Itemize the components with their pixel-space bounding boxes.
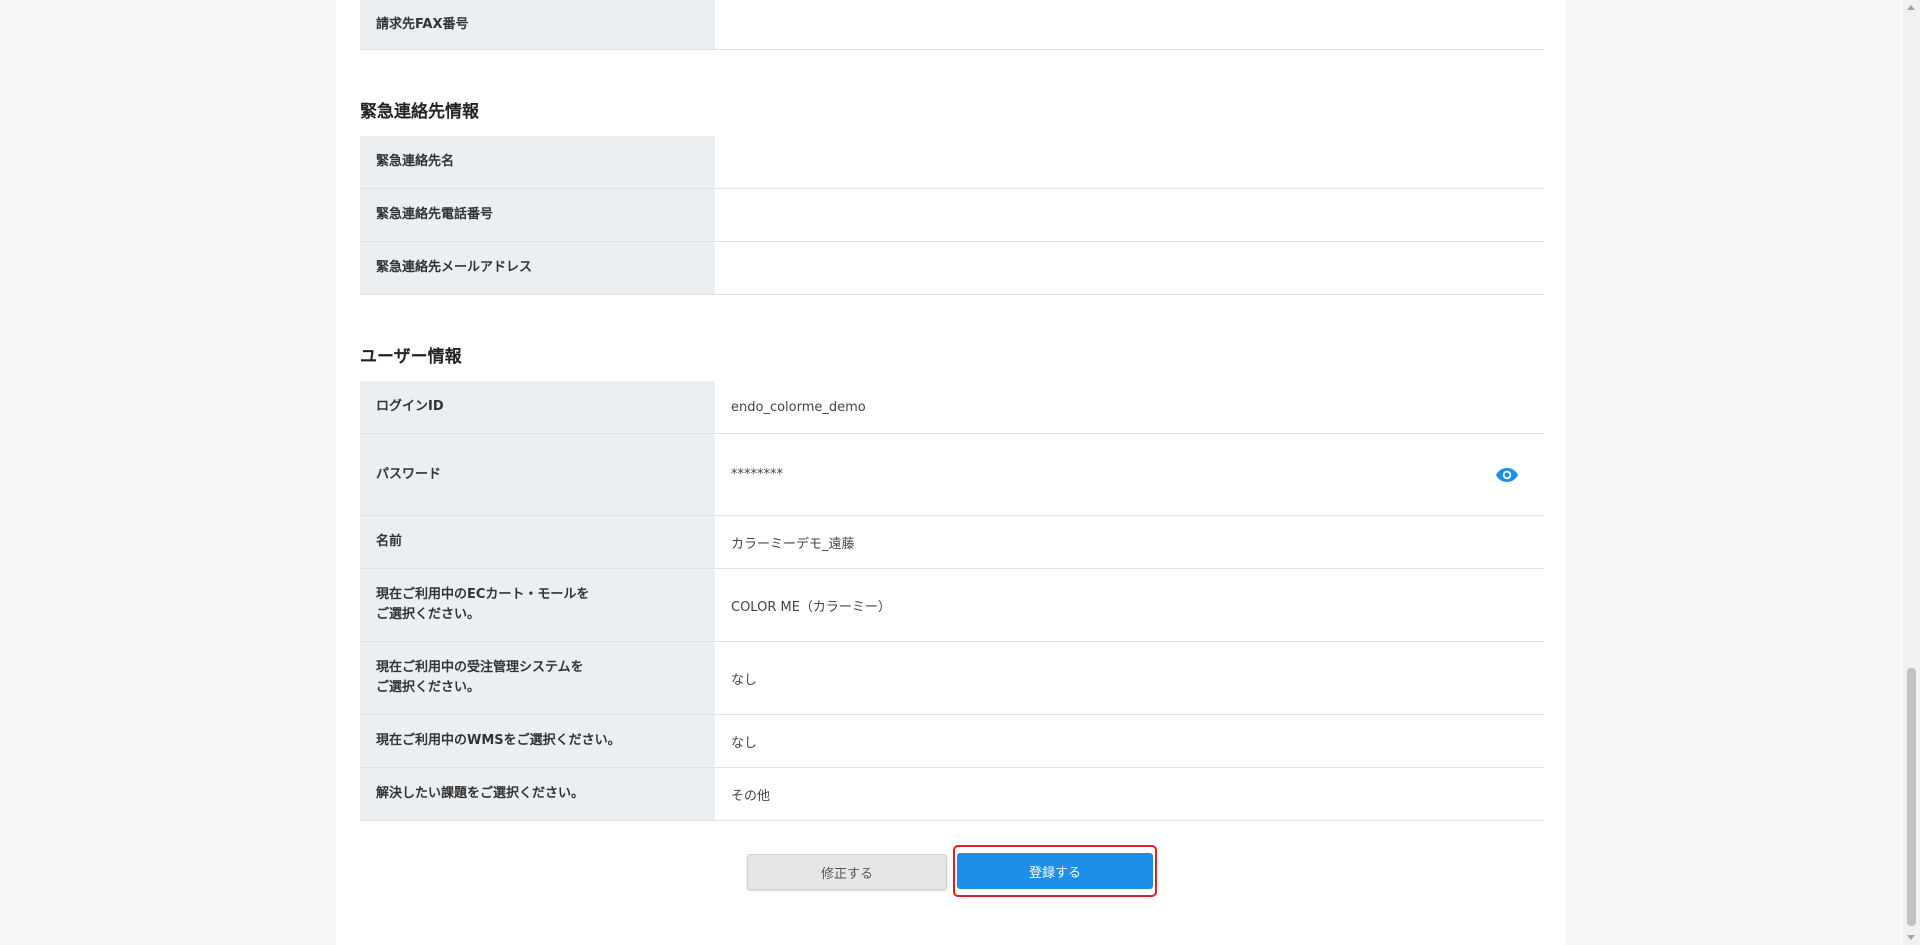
table-row: 緊急連絡先名 bbox=[360, 136, 1544, 189]
issue-label: 解決したい課題をご選択ください。 bbox=[360, 768, 715, 820]
password-value: ******** bbox=[731, 467, 783, 482]
table-row: 現在ご利用中のECカート・モールを ご選択ください。 COLOR ME（カラーミ… bbox=[360, 569, 1544, 642]
oms-label-line1: 現在ご利用中の受注管理システムを bbox=[376, 660, 584, 675]
emergency-phone-label: 緊急連絡先電話番号 bbox=[360, 189, 715, 241]
form-confirm-page: 請求先FAX番号 緊急連絡先情報 緊急連絡先名 緊急連絡先電話番号 緊急連絡先メ… bbox=[336, 0, 1566, 945]
ec-cart-value: COLOR ME（カラーミー） bbox=[731, 599, 891, 615]
table-row: 緊急連絡先メールアドレス bbox=[360, 242, 1544, 295]
name-value: カラーミーデモ_遠藤 bbox=[731, 536, 855, 552]
emergency-email-value bbox=[715, 242, 1544, 294]
oms-label-line2: ご選択ください。 bbox=[376, 680, 481, 695]
emergency-name-label: 緊急連絡先名 bbox=[360, 136, 715, 188]
wms-label: 現在ご利用中のWMSをご選択ください。 bbox=[360, 715, 715, 767]
oms-label: 現在ご利用中の受注管理システムを ご選択ください。 bbox=[360, 642, 715, 714]
table-row: 現在ご利用中の受注管理システムを ご選択ください。 なし bbox=[360, 642, 1544, 715]
name-label: 名前 bbox=[360, 516, 715, 568]
billing-fax-value bbox=[715, 0, 1544, 49]
eye-icon[interactable] bbox=[1496, 467, 1518, 482]
ec-cart-label-line1: 現在ご利用中のECカート・モールを bbox=[376, 587, 590, 602]
emergency-name-value bbox=[715, 136, 1544, 188]
emergency-phone-value bbox=[715, 189, 1544, 241]
password-cell: ******** bbox=[715, 434, 1544, 515]
ec-cart-label: 現在ご利用中のECカート・モールを ご選択ください。 bbox=[360, 569, 715, 641]
scroll-up-arrow-icon[interactable] bbox=[1907, 5, 1915, 10]
table-row: 現在ご利用中のWMSをご選択ください。 なし bbox=[360, 715, 1544, 768]
page-scrollbar[interactable] bbox=[1903, 0, 1920, 945]
ec-cart-label-line2: ご選択ください。 bbox=[376, 607, 481, 622]
emergency-table: 緊急連絡先名 緊急連絡先電話番号 緊急連絡先メールアドレス bbox=[360, 136, 1544, 295]
user-section-title: ユーザー情報 bbox=[360, 347, 462, 367]
emergency-section-title: 緊急連絡先情報 bbox=[360, 102, 479, 122]
billing-table: 請求先FAX番号 bbox=[360, 0, 1544, 50]
oms-value: なし bbox=[731, 672, 758, 688]
table-row: 請求先FAX番号 bbox=[360, 0, 1544, 50]
register-button[interactable]: 登録する bbox=[957, 853, 1153, 889]
issue-value: その他 bbox=[731, 788, 771, 804]
edit-button[interactable]: 修正する bbox=[747, 854, 947, 890]
table-row: 名前 カラーミーデモ_遠藤 bbox=[360, 516, 1544, 569]
billing-fax-label: 請求先FAX番号 bbox=[360, 0, 715, 49]
password-label: パスワード bbox=[360, 434, 715, 515]
table-row: 解決したい課題をご選択ください。 その他 bbox=[360, 768, 1544, 821]
scrollbar-thumb[interactable] bbox=[1907, 668, 1916, 926]
table-row: 緊急連絡先電話番号 bbox=[360, 189, 1544, 242]
user-table: ログインID endo_colorme_demo パスワード ******** … bbox=[360, 381, 1544, 821]
emergency-email-label: 緊急連絡先メールアドレス bbox=[360, 242, 715, 294]
wms-value: なし bbox=[731, 735, 758, 751]
table-row: ログインID endo_colorme_demo bbox=[360, 381, 1544, 434]
scroll-down-arrow-icon[interactable] bbox=[1907, 935, 1915, 940]
login-id-label: ログインID bbox=[360, 381, 715, 433]
login-id-value: endo_colorme_demo bbox=[731, 399, 866, 415]
table-row: パスワード ******** bbox=[360, 434, 1544, 516]
